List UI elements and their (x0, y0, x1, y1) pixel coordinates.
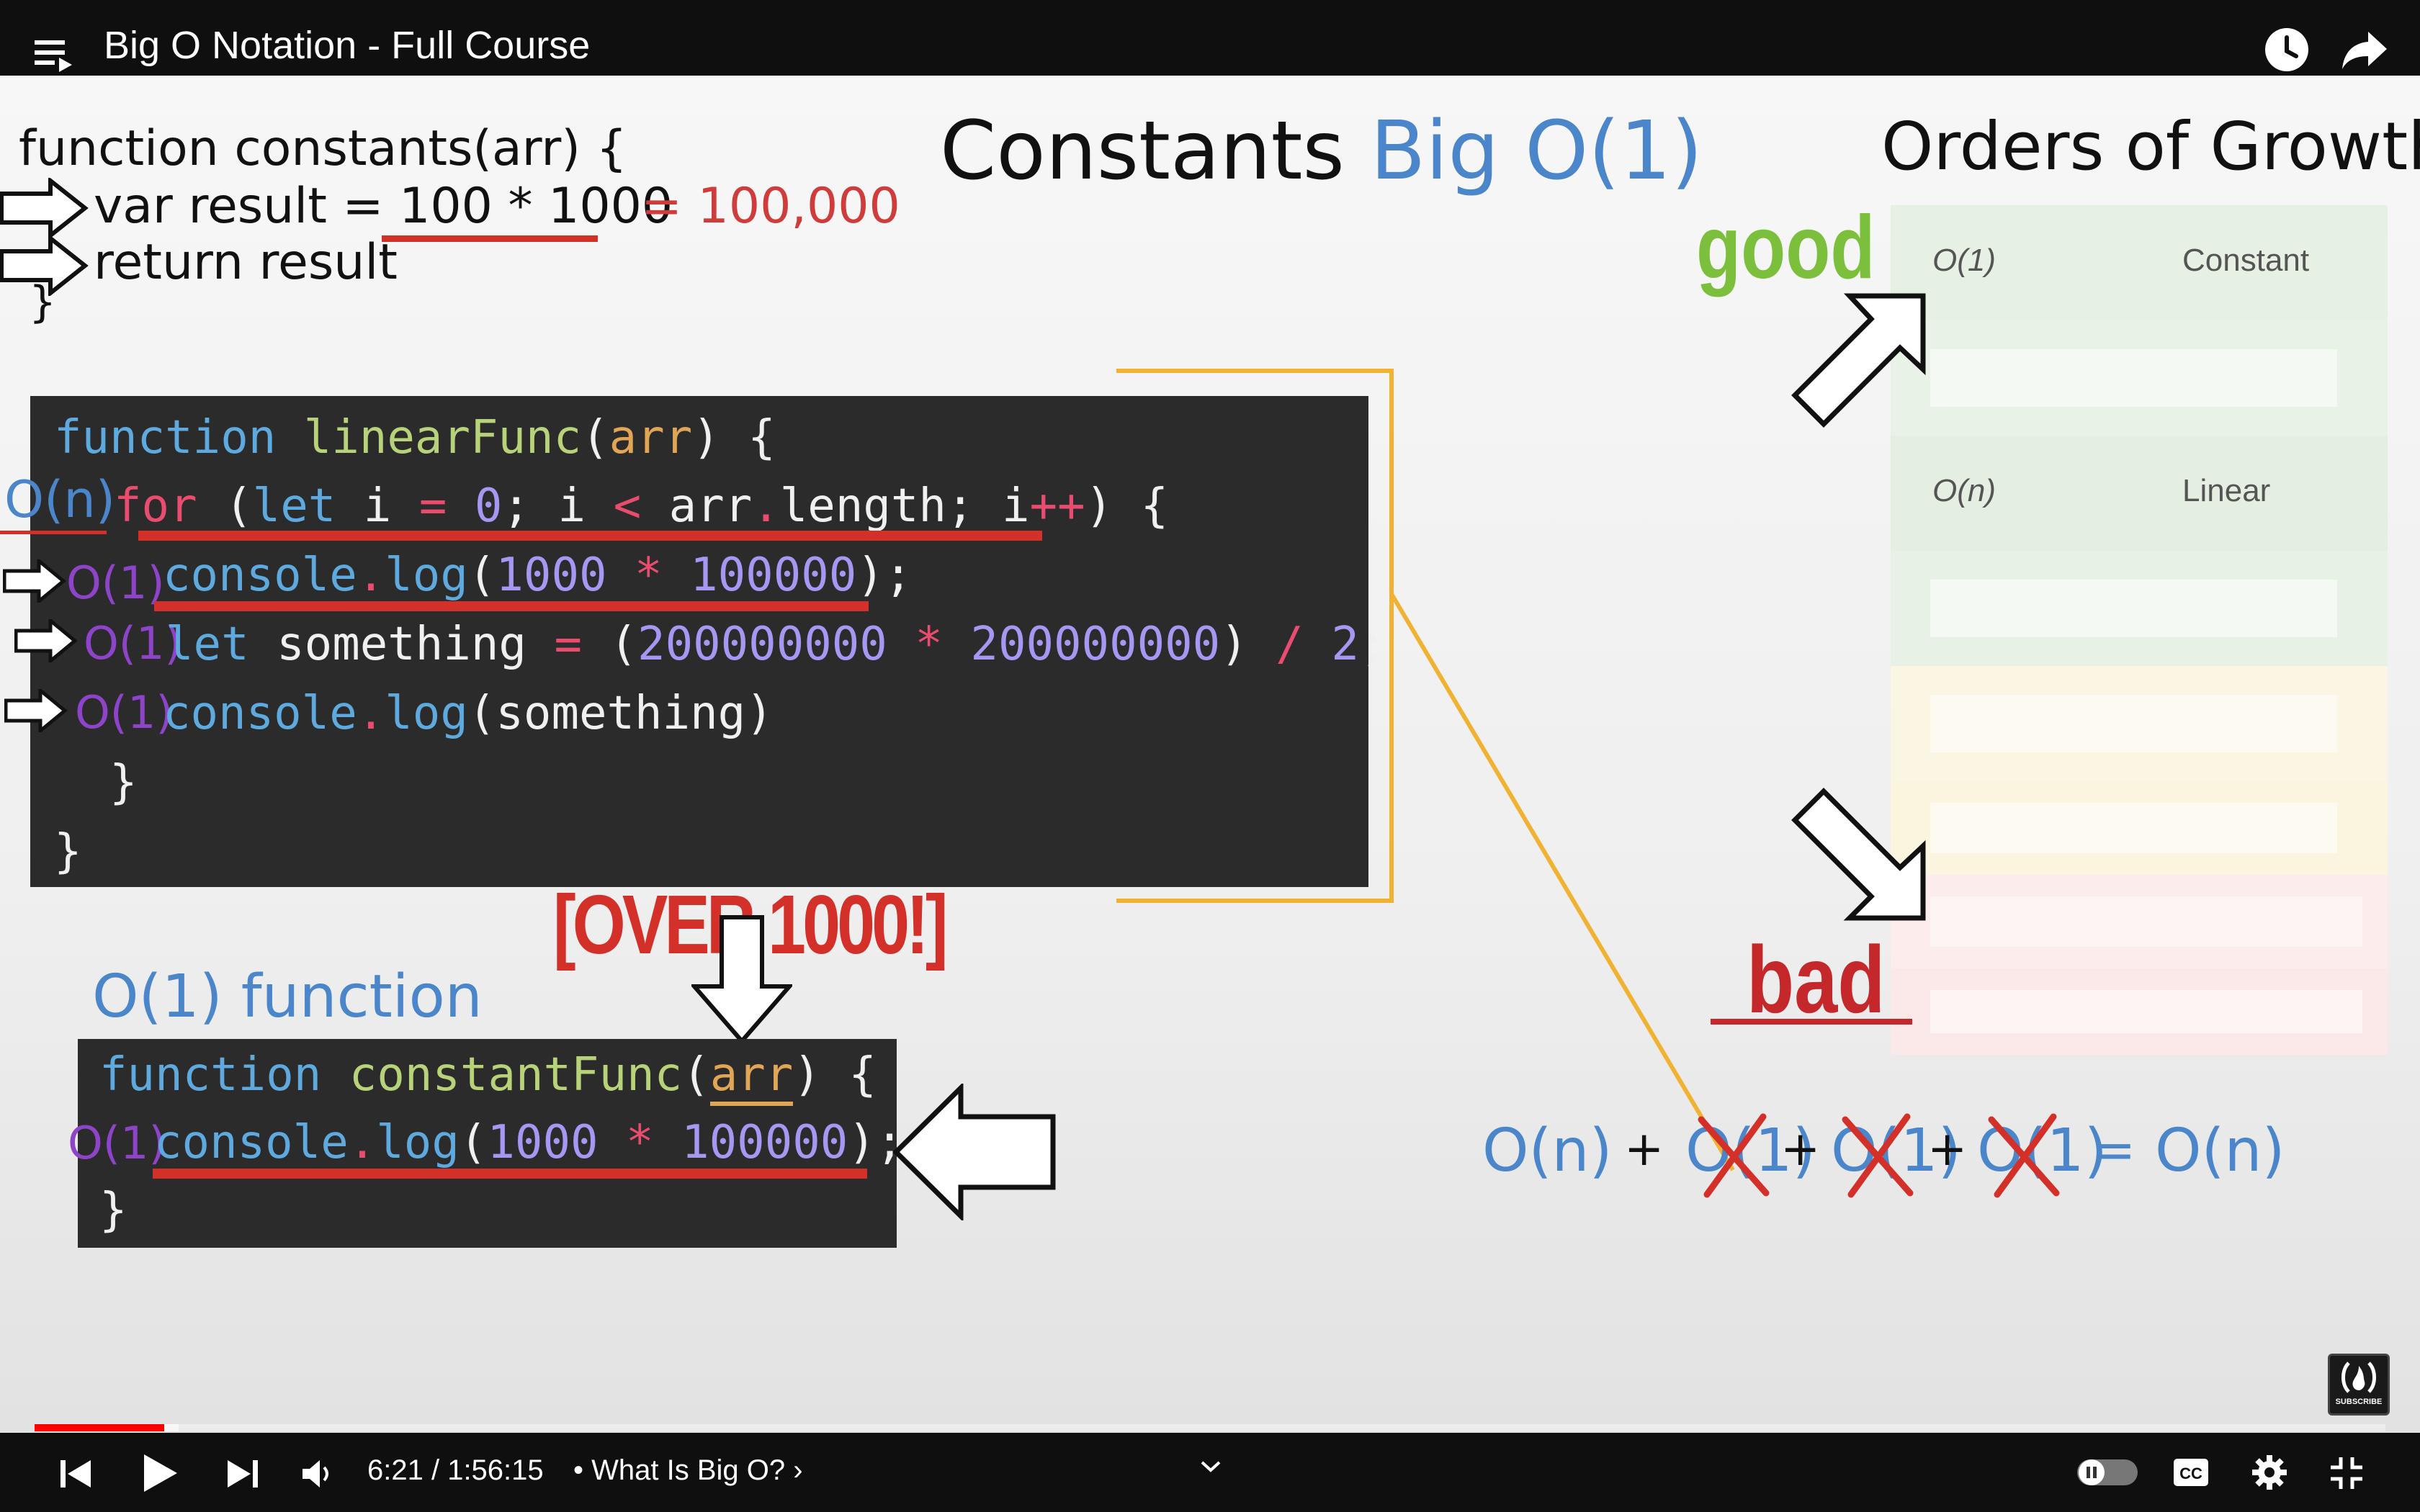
equation-equals: = (2092, 1120, 2136, 1180)
bracket-connector (1116, 369, 1735, 1171)
linear-close-brace: } (54, 825, 82, 878)
annotation-o1: O(1) (75, 686, 174, 739)
volume-icon[interactable] (301, 1459, 336, 1489)
constants-line-3: return result (94, 234, 398, 291)
equation-lhs: O(n) (1482, 1117, 1613, 1185)
cross-out-icon (1988, 1113, 2060, 1198)
next-icon[interactable] (226, 1457, 259, 1490)
underline (153, 1169, 867, 1179)
arrow-right-icon (3, 559, 66, 603)
bad-label: bad (1747, 927, 1886, 1032)
growth-name: Linear (2182, 473, 2271, 508)
linear-line-5: console.log(something) (163, 687, 774, 740)
growth-row: O(1) Constant (1891, 205, 2388, 320)
previous-icon[interactable] (59, 1457, 92, 1490)
share-icon[interactable] (2341, 27, 2388, 72)
video-frame[interactable]: function constants(arr) { var result = 1… (0, 76, 2420, 1433)
linear-close-brace: } (109, 756, 138, 809)
underline (0, 531, 107, 534)
exit-fullscreen-icon[interactable] (2329, 1456, 2364, 1490)
equation-plus: + (1927, 1121, 1968, 1176)
subscribe-watermark[interactable]: SUBSCRIBE (2328, 1354, 2390, 1416)
play-icon[interactable] (141, 1453, 179, 1493)
constants-result: = 100,000 (641, 178, 900, 235)
growth-row (1891, 551, 2388, 666)
growth-row (1891, 320, 2388, 436)
growth-row (1891, 968, 2388, 1055)
playlist-icon[interactable] (35, 36, 78, 72)
chapter-title[interactable]: • What Is Big O? › (573, 1454, 803, 1487)
linear-line-1: function linearFunc(arr) { (54, 411, 776, 464)
growth-row (1891, 666, 2388, 781)
arrow-down-right-icon (1791, 788, 1926, 921)
arrow-right-icon (0, 178, 89, 238)
cross-out-icon (1698, 1113, 1770, 1198)
o1-function-label: O(1) function (92, 963, 483, 1031)
underline (382, 235, 598, 242)
growth-name: Constant (2182, 243, 2310, 278)
watch-later-icon[interactable] (2264, 27, 2309, 72)
good-label: good (1696, 198, 1876, 297)
equation-rhs: O(n) (2155, 1117, 2285, 1185)
constants-line-4: } (29, 277, 57, 328)
constant-line-2: console.log(1000 * 100000); (154, 1116, 904, 1169)
arrow-up-right-icon (1791, 293, 1926, 428)
settings-gear-icon[interactable] (2251, 1454, 2287, 1490)
slide-heading: Constants Big O(1) (940, 104, 1703, 198)
time-display: 6:21 / 1:56:15 (367, 1454, 544, 1486)
progress-played (35, 1424, 164, 1431)
constant-close-brace: } (99, 1184, 127, 1237)
arrow-right-icon (14, 619, 78, 662)
annotation-on: O(n) (4, 470, 116, 529)
progress-track[interactable] (35, 1424, 2385, 1431)
captions-icon[interactable]: CC (2172, 1457, 2210, 1488)
growth-row (1891, 875, 2388, 968)
arrow-right-icon (4, 689, 68, 732)
cross-out-icon (1842, 1113, 1914, 1198)
underline (1711, 1019, 1912, 1025)
growth-table: O(1) Constant O(n) Linear (1891, 205, 2388, 1091)
autoplay-toggle[interactable] (2077, 1459, 2138, 1485)
arrow-down-icon (691, 915, 792, 1044)
growth-row (1891, 781, 2388, 875)
linear-line-3: console.log(1000 * 100000); (163, 549, 913, 602)
constants-line-2: var result = 100 * 1000 (94, 178, 673, 235)
video-title[interactable]: Big O Notation - Full Course (104, 23, 590, 68)
svg-text:CC: CC (2179, 1464, 2202, 1482)
annotation-o1: O(1) (68, 1117, 166, 1169)
growth-notation: O(n) (1932, 473, 1996, 508)
orders-of-growth-title: Orders of Growth (1881, 108, 2420, 185)
equation-plus: + (1624, 1121, 1664, 1176)
autoplay-knob (2079, 1459, 2105, 1485)
subscribe-label: SUBSCRIBE (2335, 1398, 2383, 1406)
annotation-o1: O(1) (66, 557, 165, 609)
constants-line-1: function constants(arr) { (19, 120, 627, 177)
underline (138, 531, 1042, 541)
equation-plus: + (1780, 1121, 1821, 1176)
growth-row: O(n) Linear (1891, 436, 2388, 551)
constant-line-1: function constantFunc(arr) { (99, 1040, 877, 1110)
chevron-down-icon[interactable] (1200, 1460, 1222, 1473)
arrow-left-icon (893, 1084, 1056, 1220)
fire-logo-icon (2341, 1362, 2376, 1393)
growth-notation: O(1) (1932, 243, 1996, 278)
